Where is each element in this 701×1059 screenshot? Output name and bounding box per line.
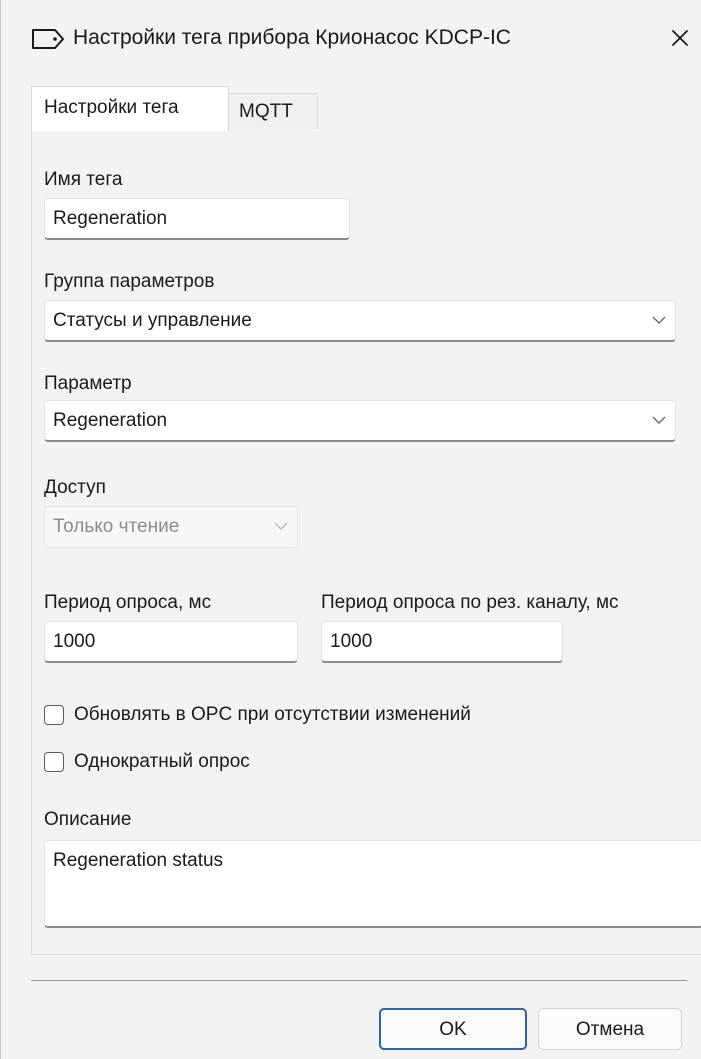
- checkbox-square[interactable]: [44, 752, 64, 772]
- tag-icon: [32, 29, 64, 49]
- tab-tag-settings[interactable]: Настройки тега: [31, 86, 229, 131]
- parameter-label: Параметр: [44, 373, 132, 394]
- poll-period-input[interactable]: [44, 621, 298, 663]
- param-group-value: Статусы и управление: [53, 310, 252, 331]
- poll-period-reserve-input[interactable]: [321, 621, 563, 663]
- description-input[interactable]: Regeneration status: [44, 840, 701, 928]
- chevron-down-icon: [652, 316, 666, 324]
- checkbox-square[interactable]: [44, 705, 64, 725]
- parameter-value: Regeneration: [53, 410, 168, 431]
- close-icon[interactable]: [663, 22, 697, 54]
- poll-period-label: Период опроса, мс: [44, 592, 212, 613]
- tag-name-input[interactable]: [44, 198, 350, 240]
- poll-period-reserve-label: Период опроса по рез. каналу, мс: [321, 592, 619, 613]
- tab-mqtt[interactable]: MQTT: [229, 93, 318, 130]
- access-select: Только чтение: [44, 506, 298, 548]
- update-opc-label: Обновлять в OPC при отсутствии изменений: [74, 704, 471, 725]
- parameter-select[interactable]: Regeneration: [44, 400, 676, 442]
- footer-divider: [31, 980, 687, 981]
- single-poll-label: Однократный опрос: [74, 751, 250, 772]
- tag-name-label: Имя тега: [44, 169, 123, 190]
- chevron-down-icon: [652, 416, 666, 424]
- ok-button[interactable]: OK: [379, 1008, 527, 1050]
- cancel-button[interactable]: Отмена: [538, 1008, 682, 1050]
- description-label: Описание: [44, 809, 132, 830]
- tab-content-panel: Имя тега Группа параметров Статусы и упр…: [31, 129, 701, 955]
- dialog-window: Настройки тега прибора Крионасос KDCP-IC…: [0, 0, 701, 1059]
- param-group-select[interactable]: Статусы и управление: [44, 300, 676, 342]
- chevron-down-icon: [274, 522, 288, 530]
- access-value: Только чтение: [53, 516, 180, 537]
- access-label: Доступ: [44, 477, 106, 498]
- param-group-label: Группа параметров: [44, 271, 215, 292]
- title-bar: Настройки тега прибора Крионасос KDCP-IC: [1, 0, 701, 72]
- window-title: Настройки тега прибора Крионасос KDCP-IC: [73, 26, 511, 49]
- tab-bar: Настройки тега MQTT: [31, 86, 701, 131]
